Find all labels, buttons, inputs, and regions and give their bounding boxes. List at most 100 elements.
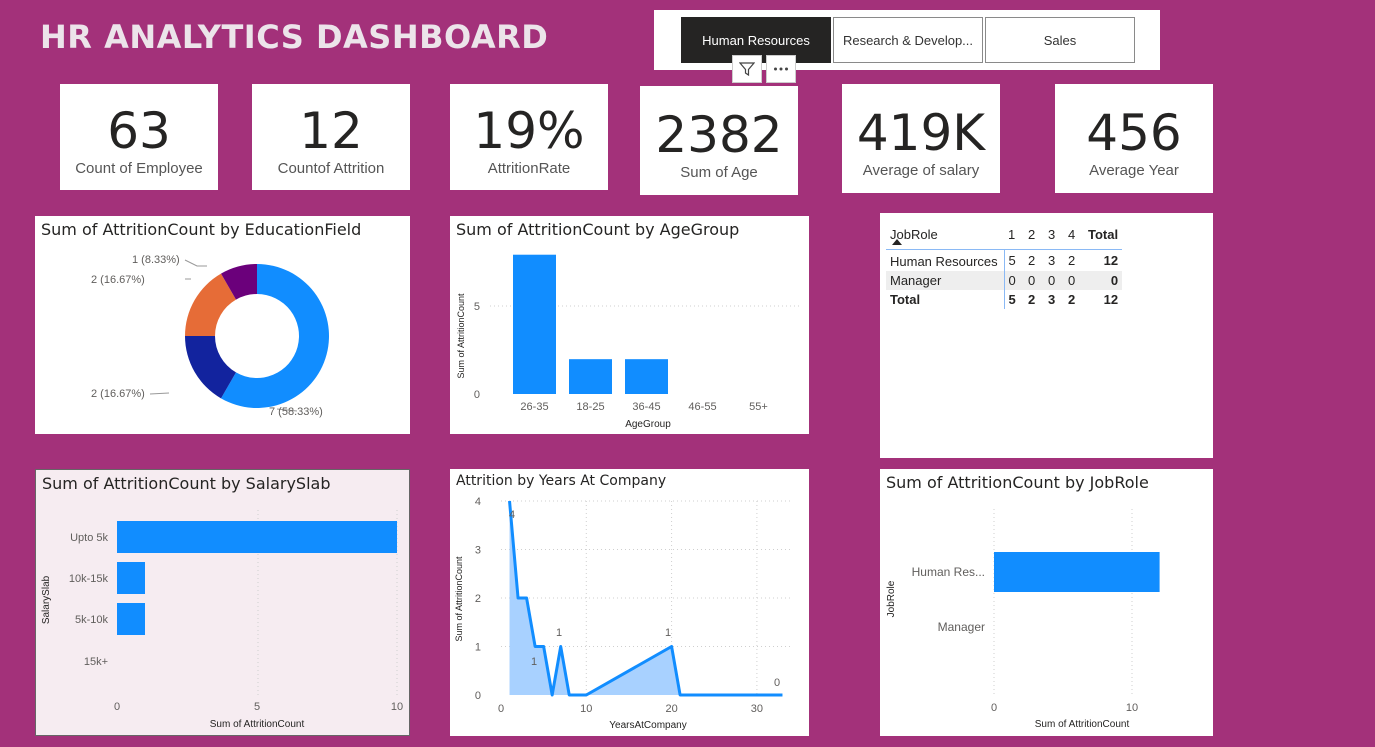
jobrole-chart-card: Sum of AttritionCount by JobRole Human R… — [880, 469, 1213, 736]
kpi-label: Average Year — [1089, 162, 1179, 179]
donut-chart-svg: 1 (8.33%) 2 (16.67%) 2 (16.67%) 7 (58.33… — [91, 254, 329, 418]
x-tick-label: 10 — [1126, 702, 1138, 714]
donut-data-label: 1 (8.33%) — [132, 254, 180, 266]
matrix-cell: 2 — [1028, 292, 1036, 307]
slicer-option-sales[interactable]: Sales — [985, 17, 1135, 63]
y-axis-title: Sum of AttritionCount — [456, 293, 466, 379]
x-axis-title: YearsAtCompany — [609, 720, 686, 731]
x-axis-title: AgeGroup — [625, 419, 671, 430]
matrix-cell: 0 — [1068, 273, 1076, 288]
bar[interactable] — [117, 562, 145, 594]
data-label: 1 — [665, 627, 671, 639]
kpi-label: Countof Attrition — [277, 160, 385, 177]
data-label: 0 — [774, 677, 780, 689]
years-chart-svg: 0 1 2 3 4 0 10 20 30 4 1 1 1 0 YearsAtCompany S… — [454, 496, 791, 731]
y-tick-label: 5 — [474, 301, 480, 313]
matrix-cell: 0 — [1008, 273, 1016, 288]
kpi-value: 12 — [299, 102, 363, 160]
x-tick-label: 18-25 — [576, 401, 604, 413]
donut-data-label: 2 (16.67%) — [91, 274, 145, 286]
jobrole-matrix-card: JobRole 1 2 3 4 Total Human Resources 5 … — [880, 213, 1213, 458]
x-axis-title: Sum of AttritionCount — [1035, 719, 1130, 730]
data-label: 1 — [531, 656, 537, 668]
x-tick-label: 30 — [751, 703, 763, 715]
matrix-cell: 2 — [1068, 253, 1076, 268]
matrix-header-cell[interactable]: Total — [1084, 219, 1122, 250]
matrix-total-cell: 0 — [1110, 273, 1119, 288]
page-title: HR ANALYTICS DASHBOARD — [40, 18, 549, 56]
y-tick-label: Upto 5k — [70, 532, 108, 544]
kpi-label: Sum of Age — [680, 164, 758, 181]
kpi-count-of-attrition: 12 Countof Attrition — [252, 84, 410, 190]
kpi-value: 419K — [856, 104, 986, 162]
matrix-row: Human Resources 5 2 3 2 12 — [886, 249, 1122, 271]
department-slicer: Human Resources Research & Develop... Sa… — [654, 10, 1160, 70]
matrix-row-header[interactable]: Human Resources — [886, 249, 1005, 271]
kpi-count-of-employee: 63 Count of Employee — [60, 84, 218, 190]
matrix-cell: 5 — [1008, 253, 1016, 268]
bar[interactable] — [117, 603, 145, 635]
education-field-donut-card: Sum of AttritionCount by EducationField … — [35, 216, 410, 434]
age-group-chart-card: Sum of AttritionCount by AgeGroup 0 5 26… — [450, 216, 809, 434]
years-at-company-chart-card: Attrition by Years At Company 01234 0 10 2… — [450, 469, 809, 736]
kpi-value: 456 — [1086, 104, 1182, 162]
matrix-header-cell[interactable]: 2 — [1024, 219, 1044, 250]
matrix-cell: 0 — [1028, 273, 1036, 288]
x-tick-label: 0 — [114, 701, 120, 713]
y-axis-title: JobRole — [886, 580, 897, 617]
bar[interactable] — [513, 254, 556, 394]
y-tick-label: Human Res... — [912, 565, 985, 579]
x-axis-title: Sum of AttritionCount — [210, 719, 305, 730]
kpi-average-year: 456 Average Year — [1055, 84, 1213, 193]
matrix-total-cell: 12 — [1103, 292, 1119, 307]
y-tick-label: 10k-15k — [69, 573, 109, 585]
matrix-header-row: JobRole 1 2 3 4 Total — [886, 219, 1123, 250]
y-tick-label: 0 — [475, 690, 481, 702]
y-tick-label: 1 — [475, 642, 481, 654]
x-tick-label: 10 — [580, 703, 592, 715]
matrix-cell: 0 — [1048, 273, 1056, 288]
kpi-sum-of-age: 2382 Sum of Age — [640, 86, 798, 195]
x-tick-label: 55+ — [749, 401, 768, 413]
bar[interactable] — [625, 359, 668, 394]
donut-data-label: 2 (16.67%) — [91, 388, 145, 400]
filter-icon[interactable] — [732, 55, 762, 83]
x-tick-label: 5 — [254, 701, 260, 713]
matrix-row-header: Total — [886, 290, 1005, 309]
y-tick-label: Manager — [938, 620, 985, 634]
matrix-total-row: Total 5 2 3 2 12 — [886, 290, 1122, 309]
y-axis-title: SalarySlab — [41, 575, 52, 624]
y-tick-label: 2 — [475, 593, 481, 605]
kpi-value: 19% — [473, 102, 585, 160]
y-tick-label: 3 — [475, 545, 481, 557]
bar[interactable] — [569, 359, 612, 394]
more-options-icon[interactable] — [766, 55, 796, 83]
salary-slab-chart-svg: Upto 5k 10k-15k 5k-10k 15k+ 0 5 10 Sum of A… — [41, 510, 403, 730]
matrix-header-cell[interactable]: 4 — [1064, 219, 1084, 250]
leader-line — [149, 392, 170, 395]
data-label: 4 — [509, 509, 515, 521]
x-tick-label: 20 — [665, 703, 677, 715]
jobrole-matrix: JobRole 1 2 3 4 Total Human Resources 5 … — [886, 219, 1123, 309]
matrix-cell: 5 — [1008, 292, 1016, 307]
data-label: 1 — [556, 627, 562, 639]
y-tick-label: 15k+ — [84, 656, 108, 668]
kpi-average-salary: 419K Average of salary — [842, 84, 1000, 193]
kpi-attrition-rate: 19% AttritionRate — [450, 84, 608, 190]
x-tick-label: 26-35 — [520, 401, 548, 413]
slicer-option-research-development[interactable]: Research & Develop... — [833, 17, 983, 63]
bar[interactable] — [994, 552, 1160, 592]
y-tick-label: 5k-10k — [75, 614, 109, 626]
x-tick-label: 10 — [391, 701, 403, 713]
kpi-label: Count of Employee — [75, 160, 203, 177]
matrix-header-cell[interactable]: 1 — [1004, 219, 1024, 250]
kpi-label: AttritionRate — [487, 160, 571, 177]
age-group-chart-svg: 0 5 26-35 18-25 36-45 46-55 55+ AgeGroup Sum… — [456, 254, 800, 430]
matrix-row-header[interactable]: Manager — [886, 271, 1005, 290]
salary-slab-chart-card: Sum of AttritionCount by SalarySlab Upto… — [35, 469, 410, 736]
y-tick-label: 4 — [475, 496, 481, 508]
matrix-header-cell[interactable]: JobRole — [886, 219, 1004, 250]
matrix-header-cell[interactable]: 3 — [1044, 219, 1064, 250]
jobrole-chart-svg: Human Res... Manager 0 10 Sum of Attritio… — [886, 509, 1160, 730]
bar[interactable] — [117, 521, 397, 553]
